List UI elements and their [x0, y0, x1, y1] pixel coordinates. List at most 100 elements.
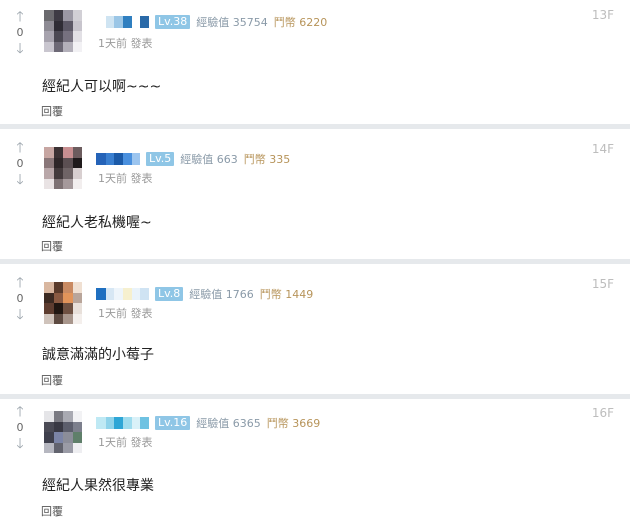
avatar-pixel	[44, 421, 54, 432]
avatar-pixel	[63, 411, 73, 422]
username-pixel	[96, 417, 106, 429]
avatar-pixel	[53, 147, 63, 158]
username-pixel	[106, 288, 114, 300]
comment-text: 經紀人可以啊~~~	[42, 79, 162, 95]
reply-link[interactable]: 回覆	[41, 503, 63, 519]
avatar[interactable]	[44, 282, 82, 324]
post-time: 1天前 發表	[98, 436, 153, 449]
avatar[interactable]	[44, 147, 82, 189]
avatar-pixel	[72, 178, 82, 189]
user-line: Lv.16 經驗值 6365 鬥幣 3669	[96, 414, 320, 432]
exp-value: 經驗值 1766	[189, 288, 254, 301]
username-pixel	[96, 16, 106, 28]
avatar-pixel	[63, 20, 73, 31]
username-pixel	[114, 153, 123, 165]
avatar-pixel	[72, 442, 82, 453]
avatar-pixel	[72, 31, 82, 42]
avatar-pixel	[44, 303, 54, 314]
username-pixel	[140, 16, 149, 28]
avatar-pixel	[53, 20, 63, 31]
floor-number: 16F	[591, 406, 614, 420]
reply-link[interactable]: 回覆	[41, 238, 63, 254]
avatar-pixel	[72, 282, 82, 293]
reply-link[interactable]: 回覆	[41, 103, 63, 119]
avatar-pixel	[63, 41, 73, 52]
avatar-pixel	[53, 303, 63, 314]
avatar[interactable]	[44, 411, 82, 453]
vote-box: 🡑 0 🡓	[10, 8, 30, 58]
username-pixel	[123, 288, 132, 300]
vote-count: 0	[16, 421, 24, 434]
vote-box: 🡑 0 🡓	[10, 139, 30, 189]
avatar-pixel	[44, 442, 54, 453]
floor-number: 14F	[591, 142, 614, 156]
exp-value: 經驗值 6365	[196, 417, 261, 430]
user-line: Lv.8 經驗值 1766 鬥幣 1449	[96, 285, 313, 303]
username-pixel	[123, 417, 132, 429]
username-pixel	[132, 153, 140, 165]
level-badge: Lv.38	[155, 15, 191, 29]
avatar-pixel	[72, 303, 82, 314]
vote-box: 🡑 0 🡓	[10, 403, 30, 453]
reply-link[interactable]: 回覆	[41, 372, 63, 388]
comment-text: 誠意滿滿的小莓子	[42, 347, 154, 363]
avatar-pixel	[53, 421, 63, 432]
username-mosaic[interactable]	[96, 416, 149, 430]
username-mosaic[interactable]	[96, 15, 149, 29]
user-line: Lv.38 經驗值 35754 鬥幣 6220	[96, 13, 327, 31]
avatar-pixel	[53, 292, 63, 303]
arrow-down-icon[interactable]: 🡓	[16, 40, 23, 58]
avatar-pixel	[44, 20, 54, 31]
avatar-pixel	[44, 10, 54, 21]
avatar-pixel	[53, 442, 63, 453]
avatar-pixel	[63, 168, 73, 179]
avatar-pixel	[63, 178, 73, 189]
arrow-down-icon[interactable]: 🡓	[16, 306, 23, 324]
avatar-pixel	[63, 282, 73, 293]
avatar[interactable]	[44, 10, 82, 52]
vote-count: 0	[16, 26, 24, 39]
username-pixel	[132, 417, 140, 429]
username-pixel	[96, 153, 106, 165]
arrow-up-icon[interactable]: 🡑	[16, 274, 23, 292]
avatar-pixel	[72, 41, 82, 52]
comment-text: 經紀人老私機喔~	[42, 215, 152, 231]
avatar-pixel	[44, 31, 54, 42]
avatar-pixel	[72, 20, 82, 31]
gp-value: 鬥幣 6220	[273, 16, 328, 29]
comment-item: 🡑 0 🡓 Lv.8 經驗值 1766 鬥幣 1449 1天前 發表 15F 誠…	[0, 264, 630, 399]
avatar-pixel	[44, 41, 54, 52]
avatar-pixel	[44, 292, 54, 303]
avatar-pixel	[63, 147, 73, 158]
comment-list: 🡑 0 🡓 Lv.38 經驗值 35754 鬥幣 6220 1天前 發表 13F…	[0, 0, 630, 526]
arrow-down-icon[interactable]: 🡓	[16, 171, 23, 189]
avatar-pixel	[63, 432, 73, 443]
level-badge: Lv.5	[146, 152, 175, 166]
avatar-pixel	[72, 432, 82, 443]
username-pixel	[96, 288, 106, 300]
vote-count: 0	[16, 157, 24, 170]
arrow-up-icon[interactable]: 🡑	[16, 139, 23, 157]
arrow-down-icon[interactable]: 🡓	[16, 435, 23, 453]
comment-text: 經紀人果然很專業	[42, 478, 154, 494]
username-pixel	[106, 417, 114, 429]
comment-item: 🡑 0 🡓 Lv.16 經驗值 6365 鬥幣 3669 1天前 發表 16F …	[0, 399, 630, 526]
user-line: Lv.5 經驗值 663 鬥幣 335	[96, 150, 290, 168]
vote-count: 0	[16, 292, 24, 305]
avatar-pixel	[63, 313, 73, 324]
username-mosaic[interactable]	[96, 287, 149, 301]
avatar-pixel	[44, 282, 54, 293]
comment-item: 🡑 0 🡓 Lv.38 經驗值 35754 鬥幣 6220 1天前 發表 13F…	[0, 0, 630, 129]
gp-value: 鬥幣 3669	[266, 417, 321, 430]
arrow-up-icon[interactable]: 🡑	[16, 8, 23, 26]
avatar-pixel	[72, 10, 82, 21]
level-badge: Lv.16	[155, 416, 191, 430]
avatar-pixel	[53, 168, 63, 179]
avatar-pixel	[44, 178, 54, 189]
username-mosaic[interactable]	[96, 152, 140, 166]
arrow-up-icon[interactable]: 🡑	[16, 403, 23, 421]
avatar-pixel	[53, 10, 63, 21]
floor-number: 15F	[591, 277, 614, 291]
gp-value: 鬥幣 335	[243, 153, 291, 166]
avatar-pixel	[72, 147, 82, 158]
